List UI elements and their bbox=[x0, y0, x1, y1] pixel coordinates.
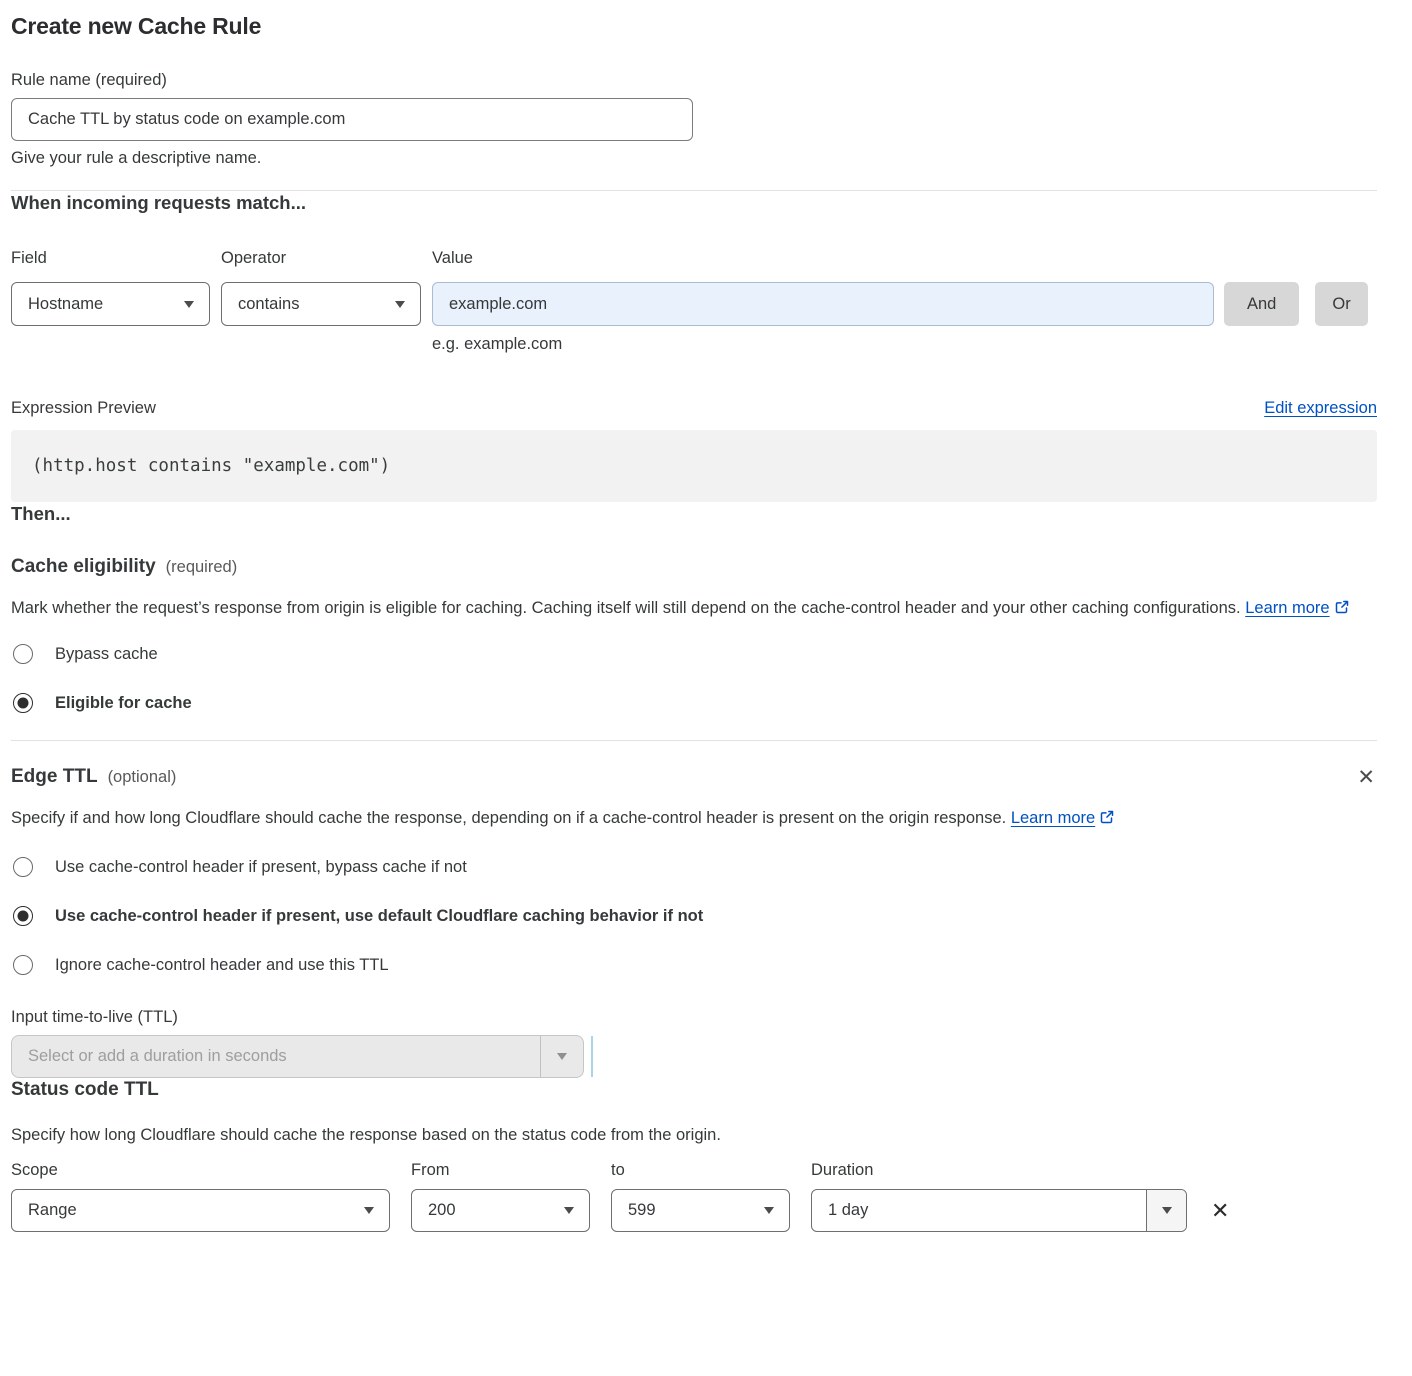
operator-select-value: contains bbox=[238, 295, 299, 314]
scope-label: Scope bbox=[11, 1160, 411, 1180]
optional-tag: (optional) bbox=[108, 768, 177, 787]
from-select[interactable]: 200 bbox=[411, 1189, 590, 1232]
operator-label: Operator bbox=[221, 248, 432, 268]
rule-name-input[interactable] bbox=[11, 98, 693, 141]
edge-ttl-option-default[interactable]: Use cache-control header if present, use… bbox=[11, 906, 1377, 926]
cache-eligibility-description-text: Mark whether the request’s response from… bbox=[11, 599, 1241, 617]
cache-eligibility-heading: Cache eligibility bbox=[11, 555, 156, 579]
match-column-labels: Field Operator Value bbox=[11, 248, 1377, 268]
status-code-ttl-heading: Status code TTL bbox=[11, 1078, 1377, 1102]
field-select-value: Hostname bbox=[28, 295, 103, 314]
radio-icon[interactable] bbox=[13, 906, 33, 926]
duration-label: Duration bbox=[811, 1160, 1377, 1180]
field-select[interactable]: Hostname bbox=[11, 282, 210, 326]
or-button[interactable]: Or bbox=[1315, 282, 1367, 326]
required-tag: (required) bbox=[166, 558, 238, 577]
status-code-ttl-description: Specify how long Cloudflare should cache… bbox=[11, 1121, 1377, 1150]
cache-eligibility-description: Mark whether the request’s response from… bbox=[11, 594, 1356, 623]
chevron-down-icon bbox=[395, 301, 405, 308]
edit-expression-link[interactable]: Edit expression bbox=[1264, 399, 1377, 418]
edge-ttl-header: Edge TTL (optional) ✕ bbox=[11, 765, 1377, 789]
and-button[interactable]: And bbox=[1224, 282, 1299, 326]
to-select-value: 599 bbox=[628, 1201, 656, 1220]
cache-eligibility-header: Cache eligibility (required) bbox=[11, 555, 1377, 579]
page-title: Create new Cache Rule bbox=[11, 12, 1377, 40]
to-select[interactable]: 599 bbox=[611, 1189, 790, 1232]
edge-ttl-description-text: Specify if and how long Cloudflare shoul… bbox=[11, 809, 1006, 827]
bypass-cache-option[interactable]: Bypass cache bbox=[11, 644, 1377, 664]
bypass-cache-label: Bypass cache bbox=[55, 644, 158, 664]
chevron-down-icon bbox=[184, 301, 194, 308]
close-icon[interactable]: ✕ bbox=[1357, 767, 1375, 788]
edge-ttl-learn-more-link[interactable]: Learn more bbox=[1011, 809, 1095, 827]
edge-ttl-option-ignore[interactable]: Ignore cache-control header and use this… bbox=[11, 955, 1377, 975]
rule-name-helper: Give your rule a descriptive name. bbox=[11, 148, 1377, 168]
external-link-icon bbox=[1099, 809, 1115, 825]
radio-icon[interactable] bbox=[13, 693, 33, 713]
focus-bar bbox=[591, 1036, 593, 1077]
expression-code-block: (http.host contains "example.com") bbox=[11, 430, 1377, 502]
edge-ttl-option-bypass[interactable]: Use cache-control header if present, byp… bbox=[11, 857, 1377, 877]
cache-eligibility-learn-more-link[interactable]: Learn more bbox=[1245, 599, 1329, 617]
match-row: Hostname contains And Or bbox=[11, 282, 1377, 326]
ttl-combo-row bbox=[11, 1035, 1377, 1078]
eligible-for-cache-label: Eligible for cache bbox=[55, 693, 192, 713]
eligible-for-cache-option[interactable]: Eligible for cache bbox=[11, 693, 1377, 713]
duration-select-value: 1 day bbox=[812, 1190, 1146, 1231]
chevron-down-icon bbox=[764, 1207, 774, 1214]
ttl-input-label: Input time-to-live (TTL) bbox=[11, 1007, 1377, 1027]
delete-row-icon[interactable]: ✕ bbox=[1211, 1200, 1229, 1222]
edge-ttl-option-default-label: Use cache-control header if present, use… bbox=[55, 906, 703, 926]
expression-header: Expression Preview Edit expression bbox=[11, 398, 1377, 418]
chevron-down-icon[interactable] bbox=[540, 1036, 583, 1077]
divider bbox=[11, 740, 1377, 741]
ttl-duration-select[interactable] bbox=[11, 1035, 584, 1078]
scope-select[interactable]: Range bbox=[11, 1189, 390, 1232]
edge-ttl-option-ignore-label: Ignore cache-control header and use this… bbox=[55, 955, 389, 975]
radio-icon[interactable] bbox=[13, 955, 33, 975]
value-input[interactable] bbox=[432, 282, 1214, 326]
radio-icon[interactable] bbox=[13, 644, 33, 664]
value-label: Value bbox=[432, 248, 1377, 268]
edge-ttl-heading: Edge TTL bbox=[11, 765, 98, 789]
chevron-down-icon bbox=[564, 1207, 574, 1214]
match-heading: When incoming requests match... bbox=[11, 191, 1377, 215]
rule-name-label: Rule name (required) bbox=[11, 70, 1377, 90]
operator-select[interactable]: contains bbox=[221, 282, 421, 326]
status-code-ttl-row: Range 200 599 1 day ✕ bbox=[11, 1189, 1377, 1232]
expression-code: (http.host contains "example.com") bbox=[32, 456, 390, 476]
external-link-icon bbox=[1334, 599, 1350, 615]
then-heading: Then... bbox=[11, 502, 1377, 526]
create-cache-rule-form: Create new Cache Rule Rule name (require… bbox=[0, 0, 1377, 1232]
value-helper: e.g. example.com bbox=[432, 334, 1377, 354]
expression-preview-label: Expression Preview bbox=[11, 398, 156, 418]
from-select-value: 200 bbox=[428, 1201, 456, 1220]
status-column-labels: Scope From to Duration bbox=[11, 1160, 1377, 1180]
ttl-duration-input[interactable] bbox=[12, 1036, 540, 1077]
duration-select[interactable]: 1 day bbox=[811, 1189, 1187, 1232]
edge-ttl-option-bypass-label: Use cache-control header if present, byp… bbox=[55, 857, 467, 877]
scope-select-value: Range bbox=[28, 1201, 77, 1220]
to-label: to bbox=[611, 1160, 811, 1180]
from-label: From bbox=[411, 1160, 611, 1180]
chevron-down-icon[interactable] bbox=[1146, 1190, 1186, 1231]
edge-ttl-description: Specify if and how long Cloudflare shoul… bbox=[11, 804, 1116, 833]
chevron-down-icon bbox=[364, 1207, 374, 1214]
radio-icon[interactable] bbox=[13, 857, 33, 877]
field-label: Field bbox=[11, 248, 221, 268]
